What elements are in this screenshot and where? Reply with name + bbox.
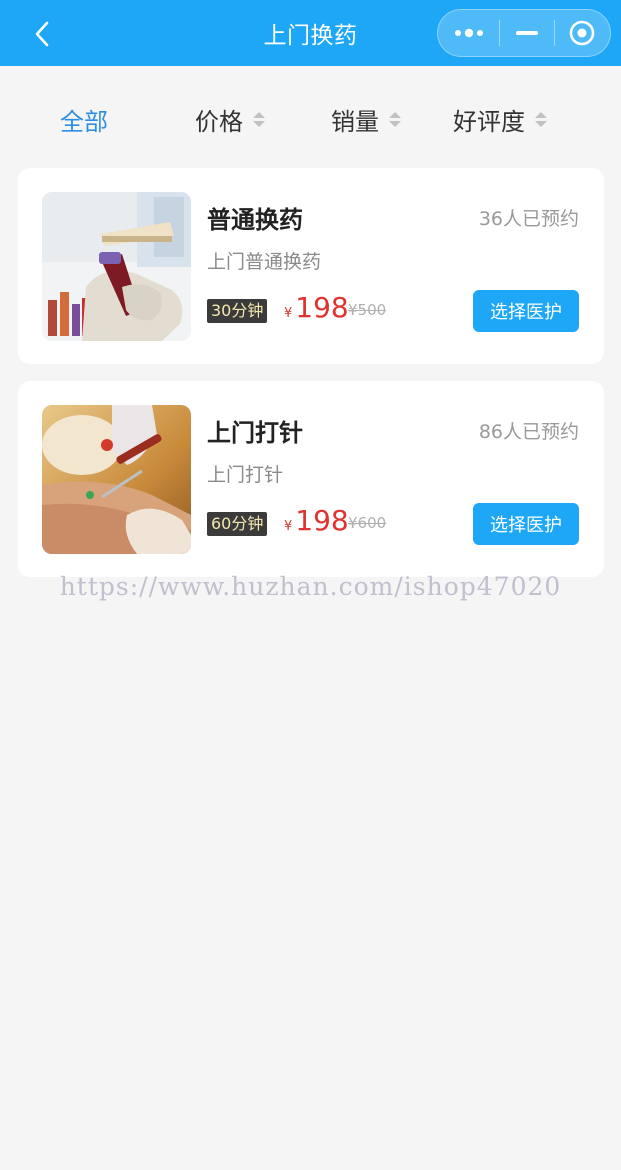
- service-subtitle: 上门打针: [207, 464, 284, 486]
- blood-sample-photo-icon: [42, 192, 191, 341]
- booked-count: 36人已预约: [478, 208, 579, 230]
- mini-program-capsule: [437, 9, 611, 57]
- filter-label: 销量: [331, 107, 379, 136]
- minimize-button[interactable]: [500, 10, 553, 56]
- service-name: 上门打针: [207, 419, 303, 447]
- more-dots-icon: [454, 28, 483, 38]
- duration-badge: 60分钟: [207, 512, 268, 536]
- filter-all[interactable]: 全部: [60, 102, 108, 136]
- service-card[interactable]: 上门打针 86人已预约 上门打针 60分钟 ¥ 198 ¥600 选择医护: [18, 381, 604, 577]
- sort-arrows-icon: [535, 111, 547, 127]
- filter-bar: 全部 价格 销量 好评度: [0, 66, 621, 164]
- filter-label: 价格: [195, 107, 243, 136]
- page: 上门换药 全部 价格 销量 好评度 普通换药 36人已预约 上门普通换药 30分…: [0, 0, 621, 1170]
- sort-arrows-icon: [389, 111, 401, 127]
- filter-label: 好评度: [453, 107, 525, 136]
- currency-symbol: ¥: [284, 519, 293, 534]
- service-image: [42, 192, 191, 341]
- sort-arrows-icon: [253, 111, 265, 127]
- more-button[interactable]: [438, 10, 499, 56]
- price-value: 198: [295, 504, 349, 537]
- service-subtitle: 上门普通换药: [207, 251, 322, 273]
- original-price: ¥600: [348, 514, 387, 532]
- injection-photo-icon: [42, 405, 191, 554]
- target-circle-icon: [569, 20, 595, 46]
- filter-label: 全部: [60, 107, 108, 136]
- watermark: https://www.huzhan.com/ishop47020: [59, 572, 562, 601]
- choose-nurse-button[interactable]: 选择医护: [473, 290, 579, 332]
- service-image: [42, 405, 191, 554]
- filter-price[interactable]: 价格: [195, 102, 265, 136]
- header-bar: 上门换药: [0, 0, 621, 66]
- booked-count: 86人已预约: [478, 421, 579, 443]
- duration-badge: 30分钟: [207, 299, 268, 323]
- currency-symbol: ¥: [284, 306, 293, 321]
- service-name: 普通换药: [207, 206, 303, 234]
- filter-sales[interactable]: 销量: [331, 102, 401, 136]
- price: ¥ 198: [284, 291, 349, 324]
- service-card[interactable]: 普通换药 36人已预约 上门普通换药 30分钟 ¥ 198 ¥500 选择医护: [18, 168, 604, 364]
- price: ¥ 198: [284, 504, 349, 537]
- original-price: ¥500: [348, 301, 387, 319]
- price-value: 198: [295, 291, 349, 324]
- minus-icon: [515, 31, 538, 35]
- close-miniprogram-button[interactable]: [555, 10, 610, 56]
- choose-nurse-button[interactable]: 选择医护: [473, 503, 579, 545]
- filter-rating[interactable]: 好评度: [453, 102, 547, 136]
